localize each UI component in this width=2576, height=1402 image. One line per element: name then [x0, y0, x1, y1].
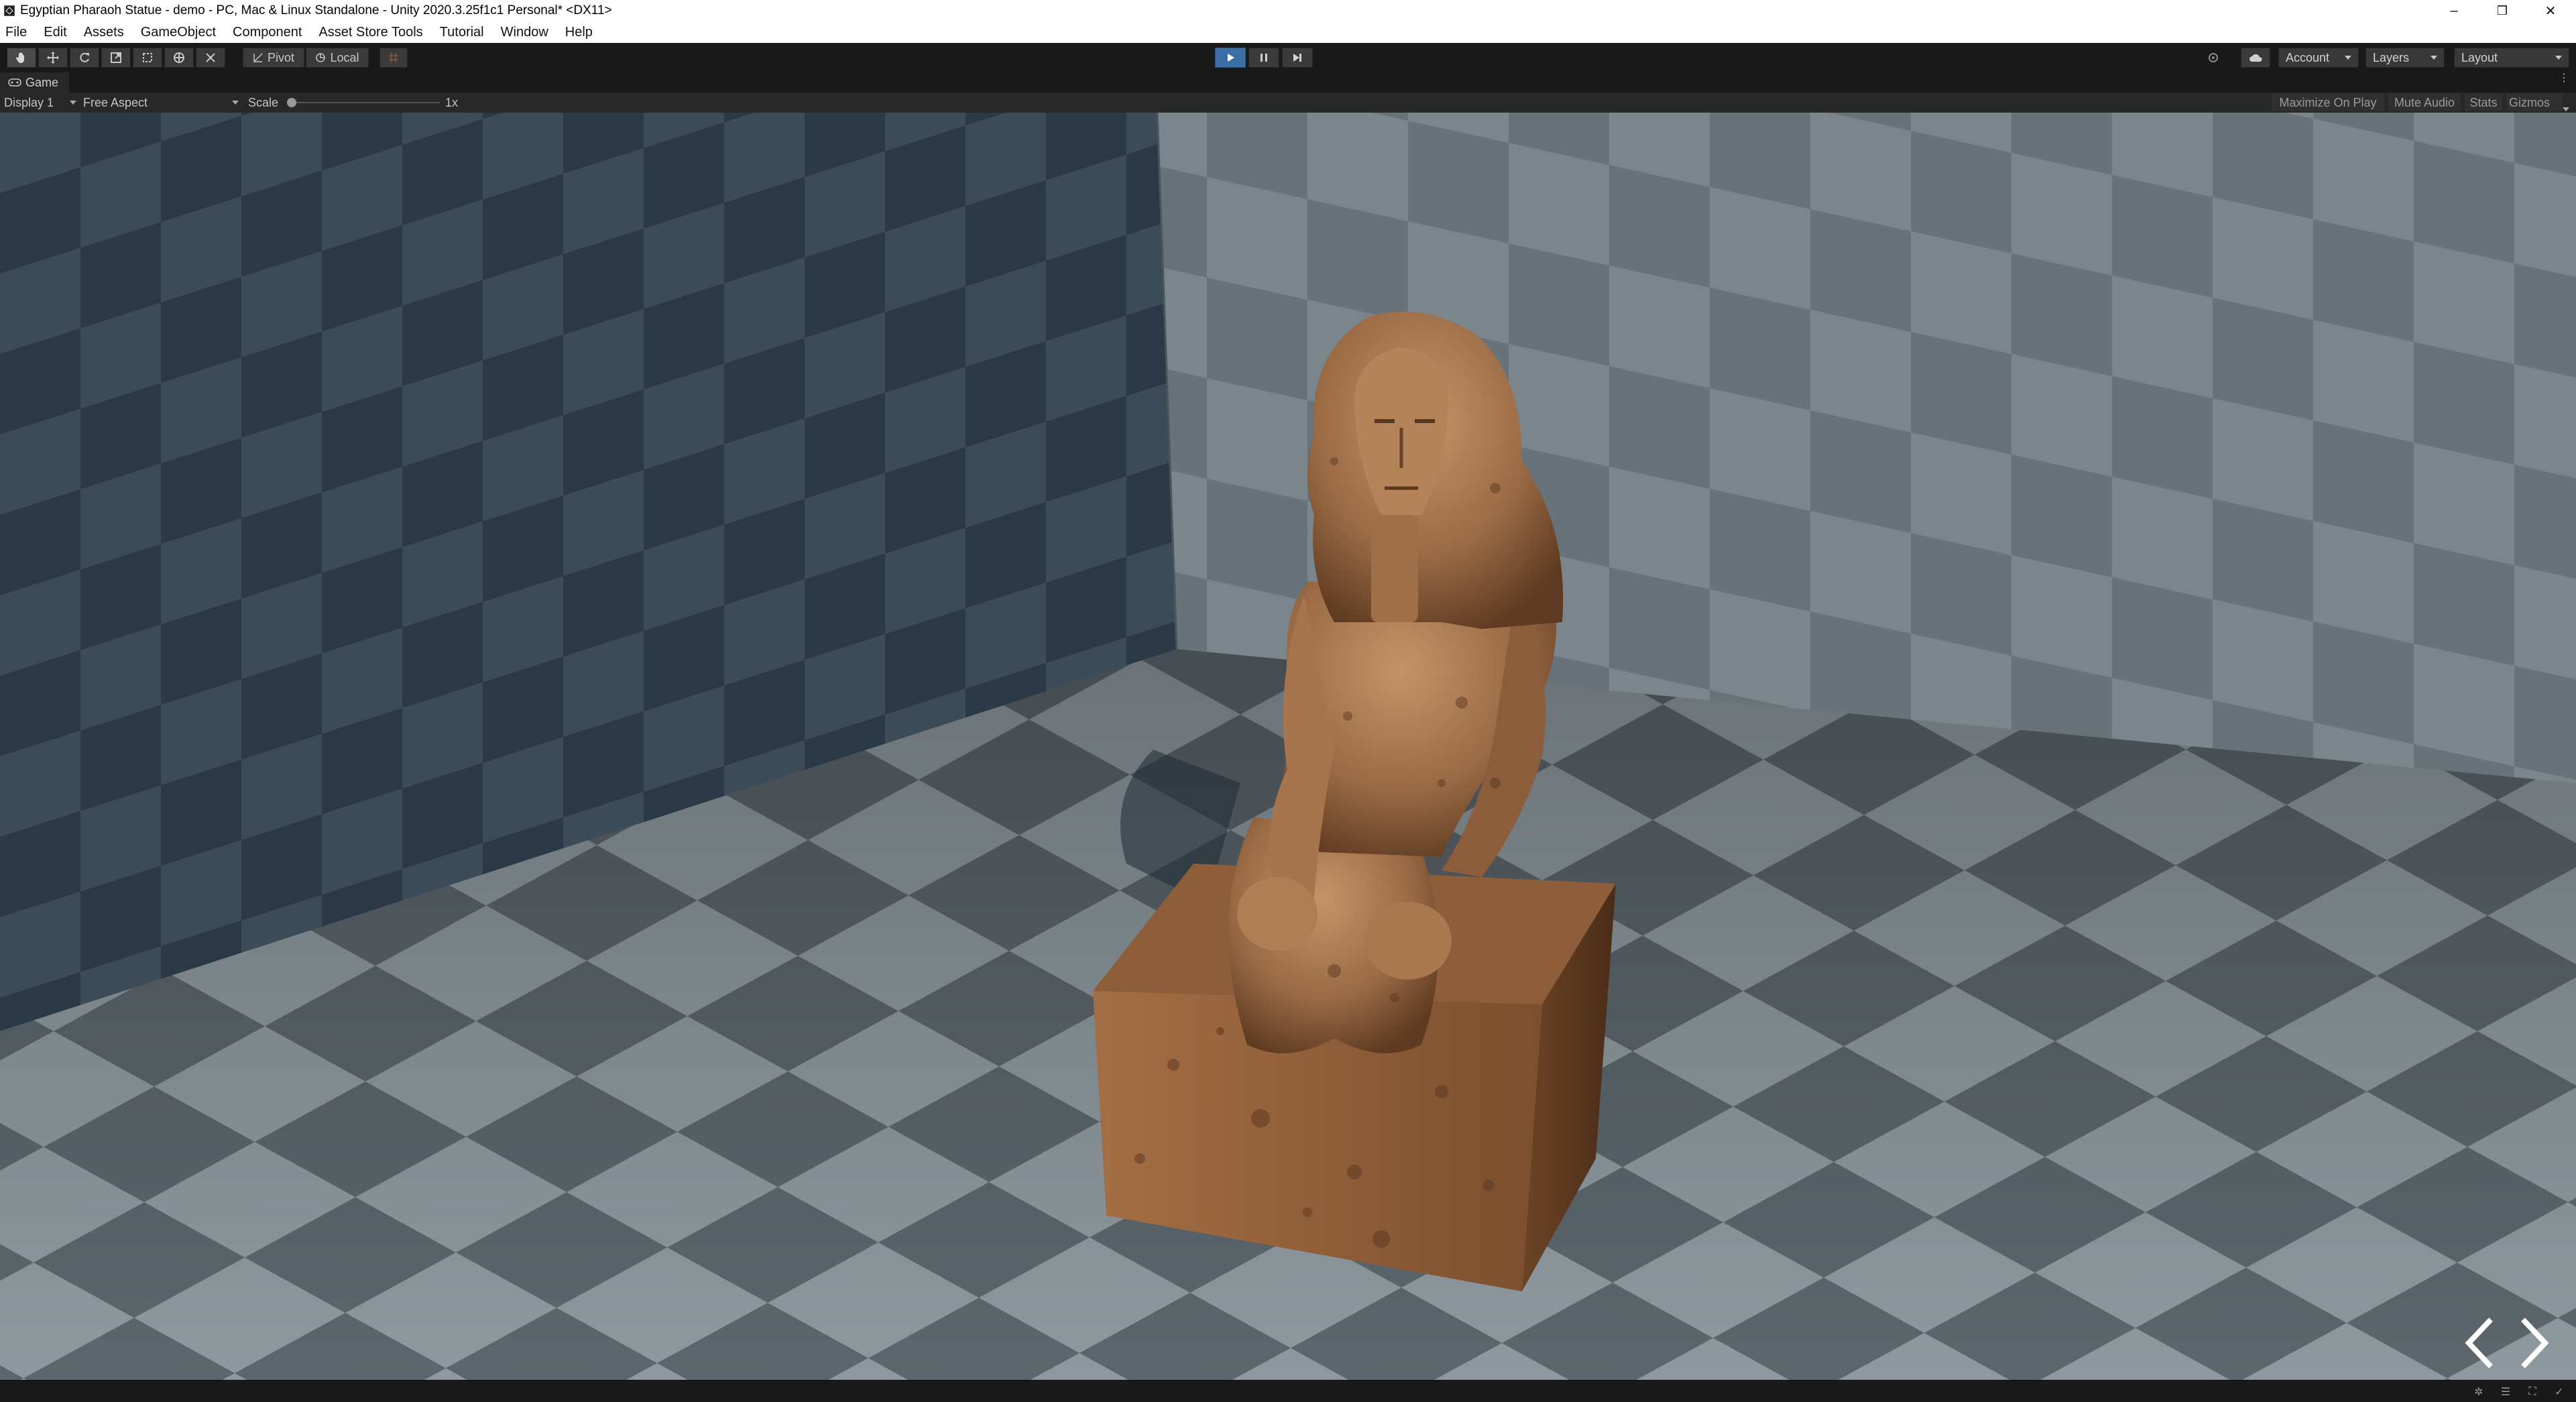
menu-bar: File Edit Assets GameObject Component As…: [0, 21, 2576, 43]
scale-slider[interactable]: [287, 93, 440, 113]
chevron-down-icon: [2563, 107, 2569, 111]
more-options-icon[interactable]: ⋮: [2559, 73, 2569, 84]
maximize-button[interactable]: ❐: [2481, 0, 2524, 21]
unity-logo-icon: [4, 5, 15, 16]
grid-snap-icon: [389, 53, 398, 62]
slider-track: [287, 98, 440, 107]
scale-value: 1x: [445, 95, 459, 109]
display-label: Display 1: [4, 95, 54, 109]
gizmos-label: Gizmos: [2509, 95, 2551, 109]
transform-tool-icon: [174, 52, 184, 63]
window-title: Egyptian Pharaoh Statue - demo - PC, Mac…: [20, 3, 612, 17]
stats-toggle[interactable]: Stats: [2465, 94, 2502, 111]
account-dropdown[interactable]: Account: [2278, 48, 2359, 68]
pivot-label: Pivot: [267, 50, 295, 64]
minimize-icon: –: [2450, 3, 2458, 18]
aspect-dropdown[interactable]: Free Aspect: [83, 93, 239, 113]
layout-dropdown[interactable]: Layout: [2454, 48, 2569, 68]
slider-thumb[interactable]: [287, 98, 296, 107]
menu-gameobject[interactable]: GameObject: [133, 25, 225, 40]
aspect-label: Free Aspect: [83, 95, 148, 109]
display-dropdown[interactable]: Display 1: [4, 93, 76, 113]
restore-icon: ❐: [2496, 3, 2508, 17]
layout-label: Layout: [2461, 50, 2498, 64]
previous-arrow-icon[interactable]: [2461, 1313, 2501, 1373]
check-icon[interactable]: ✓: [2553, 1386, 2565, 1398]
cloud-icon: [2249, 54, 2262, 62]
custom-tool-button[interactable]: [196, 48, 225, 68]
next-arrow-icon[interactable]: [2513, 1313, 2553, 1373]
mute-audio-toggle[interactable]: Mute Audio: [2388, 94, 2461, 111]
menu-assets[interactable]: Assets: [76, 25, 133, 40]
close-icon: ✕: [2544, 3, 2557, 19]
chevron-down-icon: [2345, 56, 2351, 60]
pivot-toggle[interactable]: Pivot: [243, 48, 304, 68]
menu-tutorial[interactable]: Tutorial: [432, 25, 493, 40]
gamepad-icon: [8, 78, 21, 86]
tab-game-label: Game: [25, 75, 59, 89]
close-button[interactable]: ✕: [2529, 0, 2572, 21]
local-label: Local: [330, 50, 359, 64]
menu-component[interactable]: Component: [225, 25, 310, 40]
scale-label: Scale: [248, 95, 279, 109]
minimize-button[interactable]: –: [2433, 0, 2475, 21]
chevron-down-icon: [2431, 56, 2437, 60]
window-title-bar: Egyptian Pharaoh Statue - demo - PC, Mac…: [0, 0, 2576, 21]
pause-button[interactable]: [1248, 48, 1279, 68]
step-button[interactable]: [1282, 48, 1313, 68]
maximize-on-play-toggle[interactable]: Maximize On Play: [2272, 94, 2384, 111]
main-toolbar: Pivot Local Account Layers Layout: [0, 43, 2576, 73]
step-icon: [1293, 54, 1301, 62]
pivot-icon: [253, 53, 263, 62]
game-tab-bar: Game ⋮: [0, 72, 2576, 93]
menu-asset-store-tools[interactable]: Asset Store Tools: [310, 25, 431, 40]
collab-button[interactable]: [2199, 48, 2227, 68]
collab-icon: [2209, 53, 2218, 62]
menu-help[interactable]: Help: [557, 25, 601, 40]
scale-tool-button[interactable]: [101, 48, 131, 68]
local-icon: [316, 53, 326, 62]
menu-window[interactable]: Window: [493, 25, 557, 40]
network-icon[interactable]: ⛶: [2526, 1386, 2538, 1398]
status-bar: ✲ ☰ ⛶ ✓: [0, 1380, 2576, 1402]
layers-dropdown[interactable]: Layers: [2365, 48, 2445, 68]
rotate-tool-icon: [80, 52, 89, 62]
move-tool-icon: [47, 52, 59, 64]
scene-render: [0, 113, 2576, 1380]
hand-tool-button[interactable]: [7, 48, 36, 68]
hand-tool-icon: [15, 52, 24, 63]
transform-tool-button[interactable]: [164, 48, 194, 68]
layers-label: Layers: [2373, 50, 2410, 64]
account-label: Account: [2286, 50, 2330, 64]
menu-edit[interactable]: Edit: [36, 25, 75, 40]
pause-icon: [1261, 54, 1267, 62]
rect-tool-button[interactable]: [133, 48, 162, 68]
menu-file[interactable]: File: [0, 25, 36, 40]
tab-game[interactable]: Game: [0, 72, 70, 93]
play-button[interactable]: [1215, 48, 1246, 68]
custom-tool-icon: [206, 53, 215, 62]
game-view-toolbar: Display 1 Free Aspect Scale 1x Maximize …: [0, 93, 2576, 113]
move-tool-button[interactable]: [38, 48, 68, 68]
cloud-button[interactable]: [2241, 48, 2270, 68]
chevron-down-icon: [2555, 56, 2562, 60]
game-viewport[interactable]: [0, 113, 2576, 1380]
rect-tool-icon: [143, 53, 152, 62]
gizmos-toggle[interactable]: Gizmos: [2506, 94, 2563, 111]
snap-grid-button[interactable]: [379, 48, 408, 68]
debug-icon[interactable]: ✲: [2473, 1386, 2485, 1398]
local-toggle[interactable]: Local: [306, 48, 369, 68]
chevron-down-icon: [70, 101, 76, 105]
play-icon: [1228, 54, 1234, 62]
scale-tool-icon: [111, 52, 121, 63]
chevron-down-icon: [232, 101, 239, 105]
stack-icon[interactable]: ☰: [2500, 1386, 2512, 1398]
rotate-tool-button[interactable]: [70, 48, 99, 68]
